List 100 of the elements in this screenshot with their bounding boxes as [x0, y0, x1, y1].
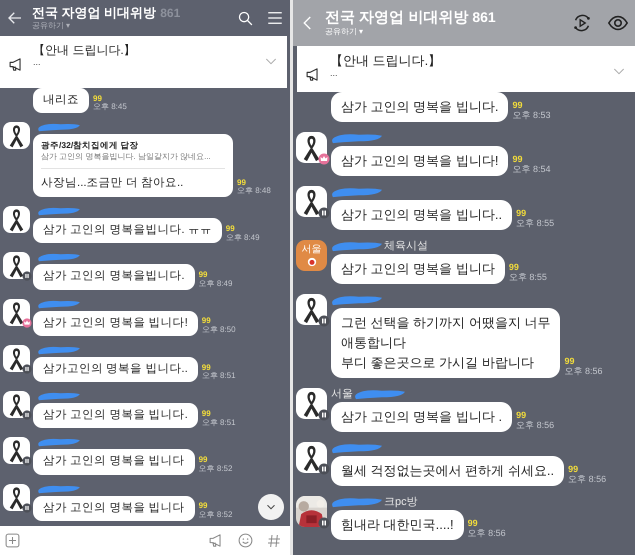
unread-count: 99 [202, 364, 212, 372]
notice-text: ... [330, 69, 339, 78]
message-time: 오후 8:49 [226, 234, 260, 242]
unread-count: 99 [198, 502, 208, 511]
emblem-icon [306, 256, 316, 266]
member-badge-icon [318, 315, 330, 327]
notice-banner[interactable]: 【안내 드립니다.】 ... [297, 46, 635, 92]
member-badge-icon [22, 364, 32, 374]
message-time: 오후 8:55 [508, 273, 547, 283]
message-time: 오후 8:51 [202, 418, 236, 428]
ribbon-avatar[interactable] [3, 122, 30, 150]
unread-count: 99 [512, 101, 524, 111]
message-time: 오후 8:50 [202, 326, 236, 335]
message-bubble: 삼가 고인의 명복을 빕니다 [33, 449, 195, 475]
unread-count: 99 [226, 224, 236, 234]
ribbon-avatar[interactable] [296, 442, 327, 473]
plus-icon[interactable] [4, 532, 21, 549]
ribbon-avatar[interactable] [296, 186, 327, 217]
unread-count: 99 [237, 178, 247, 187]
crown-badge-icon [22, 318, 32, 328]
ribbon-avatar[interactable] [3, 344, 30, 372]
notice-text: ... [33, 58, 42, 67]
message-time: 오후 8:55 [516, 219, 554, 229]
ribbon-avatar[interactable] [3, 437, 30, 464]
sender-name: 체육시설 [384, 240, 428, 252]
message-time: 오후 8:56 [516, 421, 554, 431]
member-count: 861 [472, 8, 496, 26]
hashtag-icon[interactable] [266, 532, 282, 548]
sender-name: 서울 [331, 388, 353, 400]
unread-count: 99 [468, 519, 479, 529]
member-badge-icon [318, 463, 330, 475]
message-time: 오후 8:56 [468, 529, 506, 539]
unread-count: 99 [202, 410, 212, 419]
emoji-icon[interactable] [237, 532, 254, 549]
message-time: 오후 8:48 [237, 187, 271, 196]
unread-count: 99 [568, 465, 580, 475]
member-badge-icon [22, 410, 32, 420]
input-bar[interactable] [0, 526, 290, 555]
unread-count: 99 [93, 94, 103, 103]
message-bubble: 삼가 고인의 명복을 빕니다. [331, 92, 508, 122]
avatar[interactable]: 서울 [296, 240, 327, 271]
notice-title: 【안내 드립니다.】 [33, 43, 137, 58]
notice-banner[interactable]: 【안내 드립니다.】 ... [0, 36, 287, 88]
share-link[interactable]: 공유하기 ▾ [32, 21, 229, 32]
ribbon-avatar[interactable] [3, 298, 30, 326]
unread-count: 99 [508, 263, 520, 273]
ribbon-avatar[interactable] [3, 206, 30, 234]
message-time: 오후 8:45 [93, 103, 127, 112]
message-time: 오후 8:52 [198, 511, 232, 520]
member-badge-icon [22, 271, 32, 282]
unread-count: 99 [202, 317, 212, 326]
member-badge-icon [22, 502, 32, 513]
member-badge-icon [318, 517, 330, 529]
sender-name: 크pc방 [384, 496, 418, 508]
message-bubble: 삼가 고인의 명복을 빕니다.. [331, 200, 512, 230]
ribbon-avatar[interactable] [296, 132, 327, 163]
unread-count: 99 [516, 411, 528, 421]
message-bubble: 삼가고인의 명복을 빕니다.. [33, 356, 198, 382]
message-bubble: 삼가 고인의 명복을 빕니다! [331, 146, 508, 176]
message-bubble: 힘내라 대한민국....! [331, 510, 464, 540]
message-time: 오후 8:49 [198, 280, 232, 289]
message-bubble: 그런 선택을 하기까지 어땠을지 너무 애통합니다 부디 좋은곳으로 가시길 바랍니다 [331, 308, 560, 378]
message-bubble: 삼가 고인의 명복을 빕니다. [33, 403, 198, 428]
ribbon-avatar[interactable] [296, 294, 327, 325]
member-badge-icon [318, 207, 330, 219]
unread-count: 99 [198, 456, 208, 465]
notice-title: 【안내 드립니다.】 [330, 53, 442, 70]
menu-icon[interactable] [266, 9, 284, 27]
message-bubble: 월세 걱정없는곳에서 편하게 쉬세요.. [331, 456, 564, 486]
message-bubble: 삼가 고인의 명복을 빕니다 . [331, 402, 512, 432]
unread-count: 99 [564, 357, 576, 367]
play-refresh-icon[interactable] [571, 12, 593, 34]
unread-count: 99 [516, 209, 528, 219]
ribbon-avatar[interactable] [3, 391, 30, 418]
avatar-text: 서울 [302, 244, 322, 254]
message-bubble: 삼가 고인의 명복을 빕니다! [33, 310, 198, 336]
message-bubble: 삼가 고인의 명복을빕니다. [33, 264, 195, 290]
scroll-down-button[interactable] [258, 494, 284, 520]
message-time: 오후 8:53 [512, 111, 550, 121]
message-bubble: 삼가 고인의 명복을 빕니다 [331, 254, 505, 284]
message-text: 사장님...조금만 더 참아요.. [41, 168, 225, 192]
reply-target: 광주/32/참치집에게 답장 [41, 140, 140, 151]
ribbon-avatar[interactable] [296, 388, 327, 419]
message-bubble: 삼가 고인의 명복을빕니다. ㅠㅠ [33, 218, 222, 244]
ribbon-avatar[interactable] [3, 484, 30, 511]
message-time: 오후 8:56 [564, 367, 602, 377]
crown-badge-icon [318, 153, 330, 165]
message-bubble: 삼가 고인의 명복을 빕니다 [33, 496, 195, 521]
unread-count: 99 [198, 271, 208, 280]
chat-title: 전국 자영업 비대위방 [325, 8, 468, 28]
member-badge-icon [22, 456, 32, 466]
search-icon[interactable] [237, 10, 254, 26]
ribbon-avatar[interactable] [3, 252, 30, 280]
share-link[interactable]: 공유하기 ▾ [325, 27, 563, 38]
message-time: 오후 8:56 [568, 475, 606, 485]
message-time: 오후 8:52 [198, 464, 232, 474]
message-time: 오후 8:54 [512, 165, 550, 175]
member-badge-icon [318, 409, 330, 421]
chat-title: 전국 자영업 비대위방 [32, 4, 156, 22]
message-bubble: 내리죠 [33, 88, 89, 114]
